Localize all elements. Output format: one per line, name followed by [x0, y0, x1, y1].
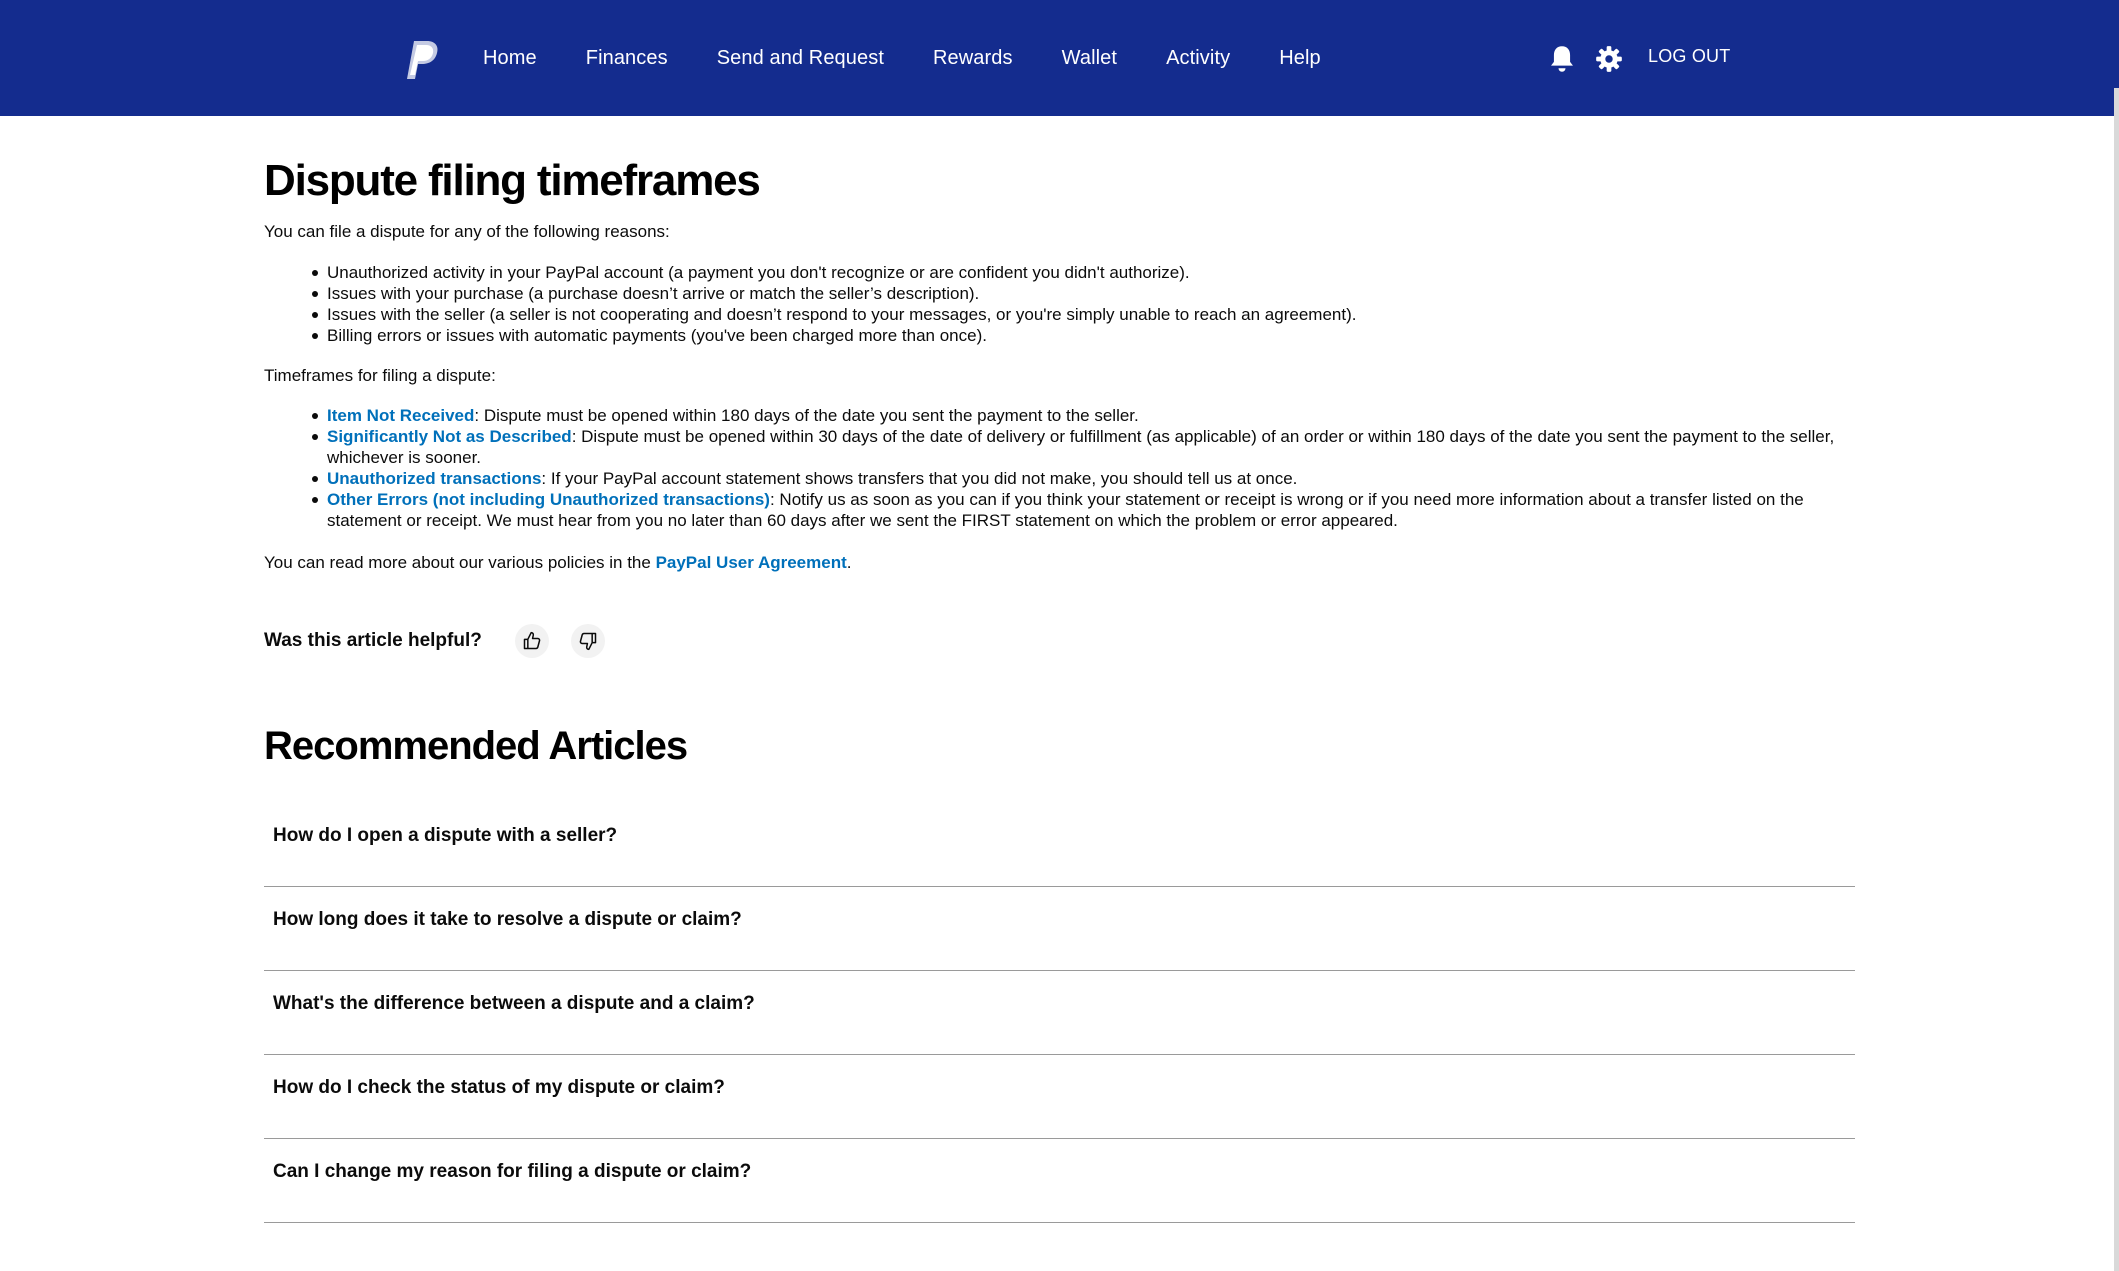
timeframe-text: : Dispute must be opened within 180 days…: [474, 406, 1139, 425]
page-scrollbar[interactable]: [2114, 88, 2119, 1271]
article-link-label: What's the difference between a dispute …: [273, 992, 755, 1014]
gear-icon[interactable]: [1595, 44, 1623, 74]
unauthorized-transactions-link[interactable]: Unauthorized transactions: [327, 469, 541, 488]
timeframes-list: Item Not Received: Dispute must be opene…: [312, 405, 1854, 531]
list-item: Unauthorized transactions: If your PayPa…: [312, 468, 1854, 489]
more-suffix: .: [846, 553, 852, 572]
nav-finances[interactable]: Finances: [586, 47, 668, 70]
recommended-article-link[interactable]: How do I open a dispute with a seller?: [264, 803, 1855, 887]
article-link-label: How do I check the status of my dispute …: [273, 1076, 725, 1098]
thumbs-down-icon: [579, 632, 597, 651]
reasons-list: Unauthorized activity in your PayPal acc…: [312, 262, 1854, 346]
recommended-article-link[interactable]: How do I check the status of my dispute …: [264, 1055, 1855, 1139]
thumbs-down-button[interactable]: [570, 624, 605, 658]
article-link-label: How long does it take to resolve a dispu…: [273, 908, 742, 930]
list-item: Item Not Received: Dispute must be opene…: [312, 405, 1854, 426]
timeframe-text: : If your PayPal account statement shows…: [541, 469, 1298, 488]
recommended-article-link[interactable]: Can I change my reason for filing a disp…: [264, 1139, 1855, 1223]
nav-send-and-request[interactable]: Send and Request: [717, 47, 884, 70]
article-link-label: Can I change my reason for filing a disp…: [273, 1160, 752, 1182]
nav-home[interactable]: Home: [483, 47, 537, 70]
list-item: Significantly Not as Described: Dispute …: [312, 426, 1854, 468]
list-item: Other Errors (not including Unauthorized…: [312, 489, 1854, 531]
logout-button[interactable]: LOG OUT: [1648, 46, 1730, 67]
nav-wallet[interactable]: Wallet: [1062, 47, 1117, 70]
other-errors-link[interactable]: Other Errors (not including Unauthorized…: [327, 490, 770, 509]
list-item: Issues with the seller (a seller is not …: [312, 304, 1854, 325]
recommended-article-link[interactable]: How long does it take to resolve a dispu…: [264, 887, 1855, 971]
timeframes-label: Timeframes for filing a dispute:: [264, 366, 496, 385]
thumbs-up-button[interactable]: [514, 624, 549, 658]
thumbs-up-icon: [523, 631, 541, 650]
significantly-not-as-described-link[interactable]: Significantly Not as Described: [327, 427, 572, 446]
feedback-section: Was this article helpful?: [264, 624, 605, 658]
paypal-logo[interactable]: [405, 39, 439, 81]
nav-help[interactable]: Help: [1279, 47, 1321, 70]
article-content: Dispute filing timeframes You can file a…: [264, 148, 1855, 1223]
article-link-label: How do I open a dispute with a seller?: [273, 824, 618, 846]
nav-rewards[interactable]: Rewards: [933, 47, 1013, 70]
list-item: Billing errors or issues with automatic …: [312, 325, 1854, 346]
more-prefix: You can read more about our various poli…: [264, 553, 656, 572]
nav-activity[interactable]: Activity: [1166, 47, 1230, 70]
recommended-article-link[interactable]: What's the difference between a dispute …: [264, 971, 1855, 1055]
more-policies-text: You can read more about our various poli…: [264, 552, 851, 573]
item-not-received-link[interactable]: Item Not Received: [327, 406, 474, 425]
article-title: Dispute filing timeframes: [264, 156, 761, 205]
user-agreement-link[interactable]: PayPal User Agreement: [656, 553, 847, 572]
list-item: Unauthorized activity in your PayPal acc…: [312, 262, 1854, 283]
main-nav: Home Finances Send and Request Rewards W…: [483, 0, 1370, 116]
recommended-list: How do I open a dispute with a seller? H…: [264, 803, 1855, 1223]
list-item: Issues with your purchase (a purchase do…: [312, 283, 1854, 304]
intro-text: You can file a dispute for any of the fo…: [264, 222, 670, 241]
top-navigation-bar: Home Finances Send and Request Rewards W…: [0, 0, 2119, 116]
feedback-label: Was this article helpful?: [264, 630, 482, 651]
recommended-title: Recommended Articles: [264, 724, 688, 768]
bell-icon[interactable]: [1548, 44, 1576, 74]
